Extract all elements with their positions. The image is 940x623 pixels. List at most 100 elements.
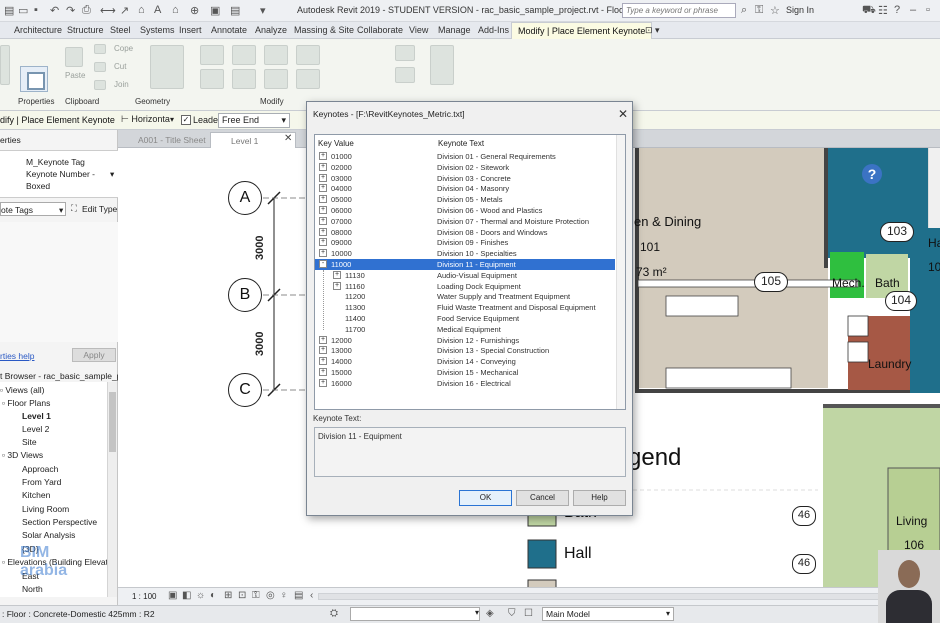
tree-item-floor-plans[interactable]: ▫ Floor Plans	[2, 398, 50, 408]
help-question-icon[interactable]: ?	[862, 164, 882, 184]
list-scrollbar[interactable]	[616, 135, 625, 409]
expand-icon[interactable]: +	[319, 249, 327, 258]
expand-icon[interactable]: +	[333, 281, 341, 290]
horizontal-scrollbar[interactable]	[318, 593, 908, 600]
tab-add-ins[interactable]: Add-Ins	[478, 25, 509, 35]
close-views-icon[interactable]: ▣	[210, 4, 220, 17]
tab-modify-place-keynote[interactable]: Modify | Place Element Keynote	[511, 22, 653, 39]
grid-bubble-b[interactable]: B	[228, 278, 262, 312]
help-search-input[interactable]: Type a keyword or phrase	[622, 3, 736, 18]
category-filter-select[interactable]: ote Tags ▾	[0, 202, 66, 216]
tree-item-approach[interactable]: Approach	[22, 464, 58, 474]
print-icon[interactable]: ⎙	[82, 4, 91, 17]
keynote-row[interactable]: +11130 Audio-Visual Equipment	[315, 270, 615, 281]
type-selector[interactable]: M_Keynote Tag Keynote Number - Boxed ▾	[0, 150, 118, 198]
search-icon[interactable]: ⌕	[741, 4, 747, 17]
tree-item-level-2[interactable]: Level 2	[22, 424, 49, 434]
tab-insert[interactable]: Insert	[179, 25, 202, 35]
tree-item-north[interactable]: North	[22, 584, 43, 594]
tab-architecture[interactable]: Architecture	[14, 25, 62, 35]
favorites-icon[interactable]: ☆	[770, 4, 780, 17]
cancel-button[interactable]: Cancel	[516, 490, 569, 506]
tab-structure[interactable]: Structure	[67, 25, 104, 35]
dimension-icon[interactable]: ↗	[120, 4, 129, 17]
keynote-row[interactable]: +01000 Division 01 - General Requirements	[315, 151, 615, 162]
keynote-row[interactable]: 11300 Fluid Waste Treatment and Disposal …	[315, 302, 615, 313]
tab-analyze[interactable]: Analyze	[255, 25, 287, 35]
exclude-options-icon[interactable]: ☐	[524, 608, 533, 619]
grid-bubble-c[interactable]: C	[228, 373, 262, 407]
tab-a001-title-sheet[interactable]: A001 - Title Sheet	[118, 132, 214, 148]
tab-annotate[interactable]: Annotate	[211, 25, 247, 35]
open-icon[interactable]: ▭	[18, 4, 28, 17]
editable-only-icon[interactable]: ⛭	[330, 608, 338, 619]
app-menu-icon[interactable]: ▤	[4, 4, 14, 17]
elevation-tag-46[interactable]: 46	[792, 506, 816, 526]
tree-item-site[interactable]: Site	[22, 437, 37, 447]
leader-checkbox[interactable]: ✓	[181, 115, 191, 125]
keynote-row[interactable]: +15000 Division 15 - Mechanical	[315, 367, 615, 378]
tree-item-kitchen[interactable]: Kitchen	[22, 490, 50, 500]
orientation-dropdown-icon[interactable]: ▾	[170, 115, 174, 124]
room-tag-103[interactable]: 103	[880, 222, 914, 242]
keynote-row[interactable]: +07000 Division 07 - Thermal and Moisture…	[315, 216, 615, 227]
tab-view[interactable]: View	[409, 25, 428, 35]
tree-item-level-1[interactable]: Level 1	[22, 411, 51, 421]
keynote-row[interactable]: +04000 Division 04 - Masonry	[315, 183, 615, 194]
help-button[interactable]: Help	[573, 490, 626, 506]
tree-item-views-all[interactable]: ▫ Views (all)	[0, 385, 44, 395]
expand-icon[interactable]: +	[319, 195, 327, 204]
keynote-row[interactable]: +16000 Division 16 - Electrical	[315, 378, 615, 389]
navigation-bar[interactable]	[928, 148, 940, 228]
keynote-row[interactable]: 11700 Medical Equipment	[315, 324, 615, 335]
close-icon[interactable]: ✕	[618, 107, 628, 121]
sun-path-icon[interactable]: ☼	[196, 590, 205, 601]
expand-icon[interactable]: +	[319, 216, 327, 225]
subscription-icon[interactable]: ⚿	[755, 4, 763, 17]
grid-bubble-a[interactable]: A	[228, 181, 262, 215]
temp-view-icon[interactable]: ▤	[294, 590, 303, 601]
expand-icon[interactable]: +	[319, 238, 327, 247]
expand-icon[interactable]: +	[333, 270, 341, 279]
tree-item-3d-views[interactable]: ▫ 3D Views	[2, 450, 43, 460]
room-tag-104[interactable]: 104	[885, 291, 917, 311]
design-option-select[interactable]: Main Model ▾	[542, 607, 674, 621]
keynote-row[interactable]: +12000 Division 12 - Furnishings	[315, 335, 615, 346]
filter-icon[interactable]: ⛉	[508, 608, 516, 619]
maximize-icon[interactable]: ▫	[926, 4, 930, 16]
elevation-tag-46[interactable]: 46	[792, 554, 816, 574]
tab-collaborate[interactable]: Collaborate	[357, 25, 403, 35]
ribbon-options-icon[interactable]: ⊡ ▾	[645, 25, 660, 36]
keynote-row[interactable]: 11200 Water Supply and Treatment Equipmen…	[315, 291, 615, 302]
expand-icon[interactable]: +	[319, 357, 327, 366]
tree-item-solar-analysis[interactable]: Solar Analysis	[22, 530, 75, 540]
expand-icon[interactable]: +	[319, 206, 327, 214]
measure-icon[interactable]: ⟷	[100, 4, 116, 17]
exchange-icon[interactable]: ☷	[878, 4, 888, 17]
keynote-row[interactable]: +03000 Division 03 - Concrete	[315, 173, 615, 184]
keynote-row[interactable]: +05000 Division 05 - Metals	[315, 194, 615, 205]
tab-massing-site[interactable]: Massing & Site	[294, 25, 354, 35]
keynote-row[interactable]: +09000 Division 09 - Finishes	[315, 237, 615, 248]
keynote-tree-list[interactable]: Key Value Keynote Text +01000 Division 01…	[314, 134, 626, 410]
apply-button[interactable]: Apply	[72, 348, 116, 362]
edit-type-icon[interactable]: ⛶	[71, 203, 77, 214]
expand-icon[interactable]: +	[319, 368, 327, 376]
view-3d-icon[interactable]: ⌂	[172, 4, 179, 16]
reveal-hidden-icon[interactable]: ♀	[280, 590, 288, 601]
section-icon[interactable]: ⊕	[190, 4, 199, 17]
keynote-row[interactable]: +11160 Loading Dock Equipment	[315, 281, 615, 292]
ok-button[interactable]: OK	[459, 490, 512, 506]
expand-icon[interactable]: +	[319, 152, 327, 160]
redo-icon[interactable]: ↷	[66, 4, 75, 17]
tag-icon[interactable]: ⌂	[138, 4, 145, 16]
lock-view-icon[interactable]: ⚿	[252, 590, 260, 601]
visual-style-icon[interactable]: ◧	[182, 590, 191, 601]
tab-systems[interactable]: Systems	[140, 25, 175, 35]
hide-isolate-icon[interactable]: ◎	[266, 590, 275, 601]
tab-manage[interactable]: Manage	[438, 25, 471, 35]
properties-button[interactable]	[20, 66, 48, 92]
tree-item-from-yard[interactable]: From Yard	[22, 477, 61, 487]
column-header-key-value[interactable]: Key Value	[318, 139, 354, 148]
tab-steel[interactable]: Steel	[110, 25, 131, 35]
